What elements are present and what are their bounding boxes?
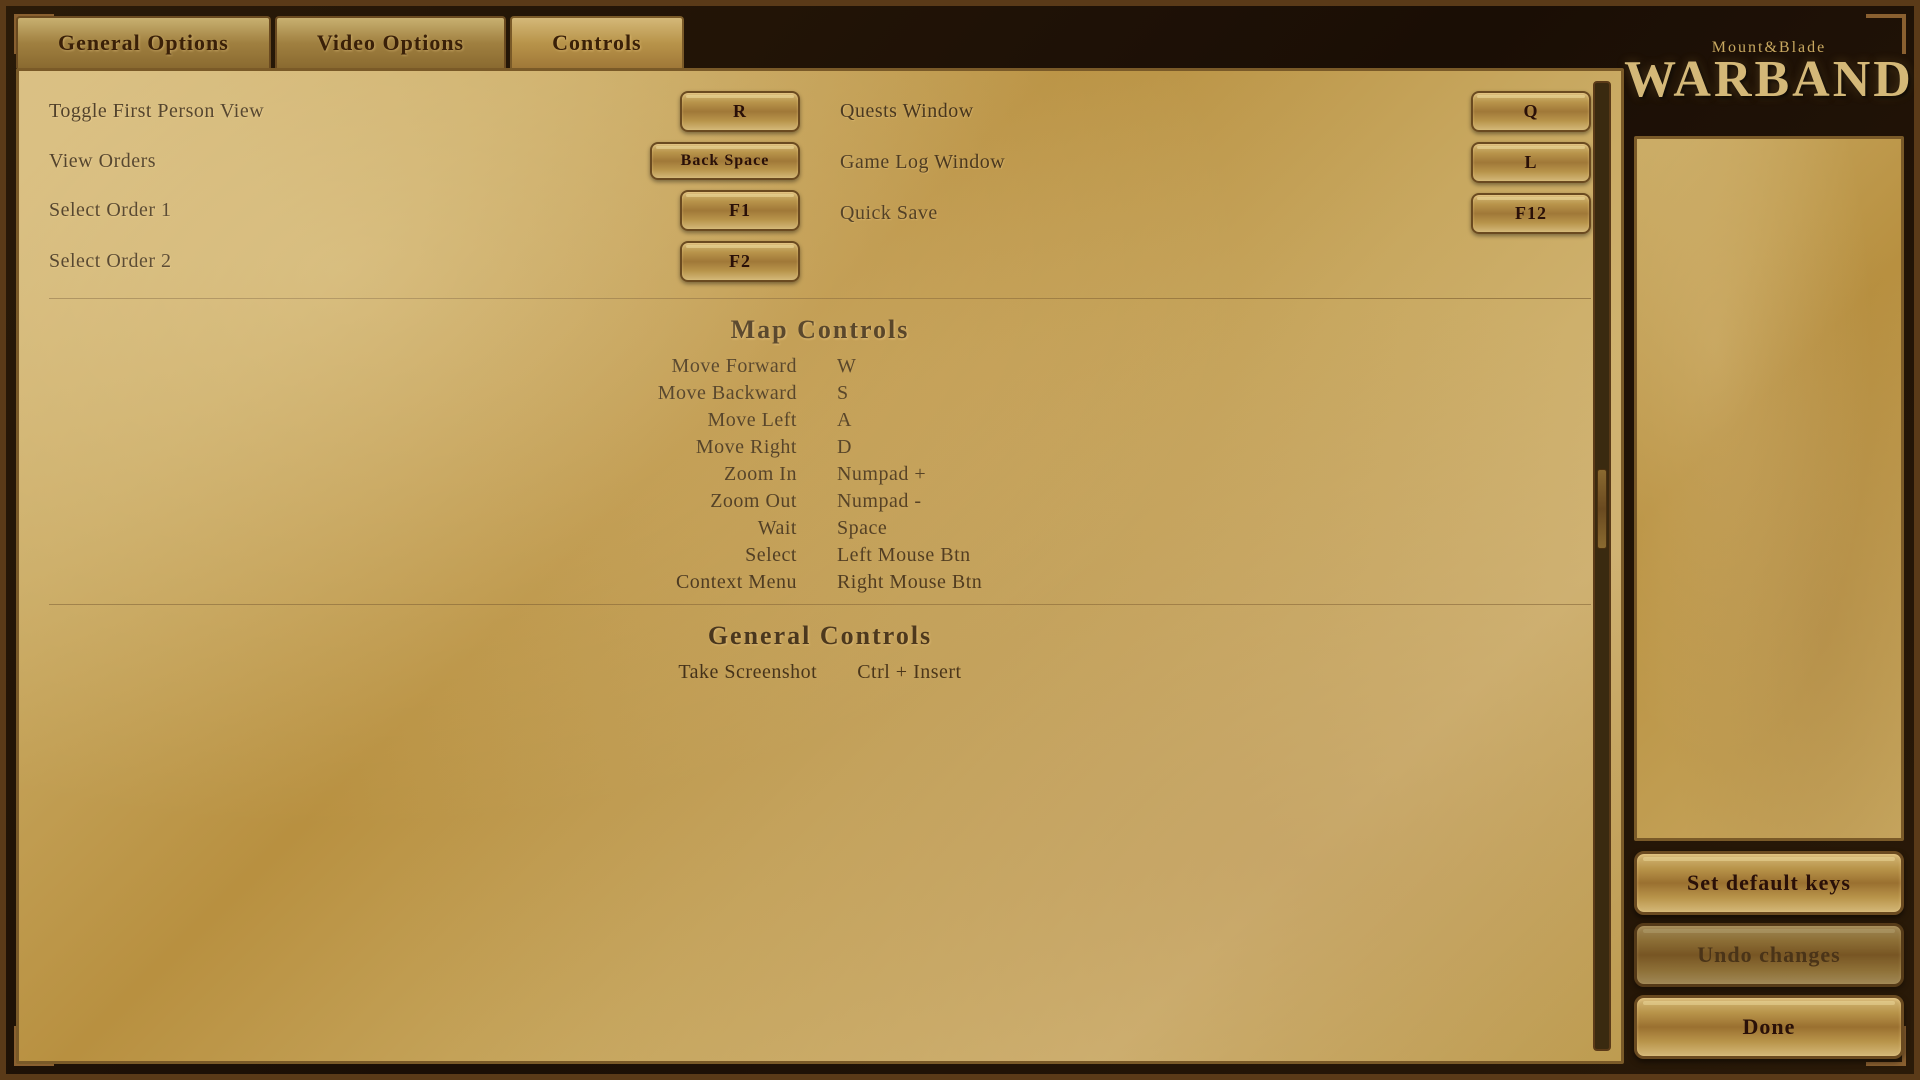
control-row-game-log-window: Game Log Window L <box>840 142 1591 183</box>
key-toggle-fpv-text: R <box>733 101 747 121</box>
key-game-log-window[interactable]: L <box>1471 142 1591 183</box>
map-label-move-forward: Move Forward <box>620 355 827 378</box>
label-select-order-2: Select Order 2 <box>49 250 172 273</box>
map-key-move-backward: S <box>827 382 1020 405</box>
control-row-toggle-fpv: Toggle First Person View R <box>49 91 800 132</box>
map-label-context-menu: Context Menu <box>620 571 827 594</box>
map-key-move-right: D <box>827 436 1020 459</box>
key-quests-window-text: Q <box>1523 101 1538 121</box>
left-panel: General Options Video Options Controls T… <box>16 16 1624 1064</box>
logo-area: Mount&Blade WARBAND <box>1634 16 1904 126</box>
key-toggle-fpv[interactable]: R <box>680 91 800 132</box>
key-view-orders[interactable]: Back Space <box>650 142 800 180</box>
set-default-keys-label: Set default keys <box>1687 870 1851 895</box>
map-controls-grid: Move Forward W Move Backward S Move Left… <box>620 355 1020 594</box>
logo-bottom: WARBAND <box>1624 57 1914 104</box>
right-panel: Mount&Blade WARBAND Set default keys Und… <box>1634 16 1904 1064</box>
tab-video[interactable]: Video Options <box>275 16 506 68</box>
label-select-order-1: Select Order 1 <box>49 199 172 222</box>
control-row-select-order-1: Select Order 1 F1 <box>49 190 800 231</box>
label-toggle-fpv: Toggle First Person View <box>49 100 264 123</box>
control-row-quests-window: Quests Window Q <box>840 91 1591 132</box>
control-row-quick-save: Quick Save F12 <box>840 193 1591 234</box>
tab-general-label: General Options <box>58 30 229 55</box>
key-quests-window[interactable]: Q <box>1471 91 1591 132</box>
main-layout: General Options Video Options Controls T… <box>6 6 1914 1074</box>
scrollbar-track[interactable] <box>1593 81 1611 1051</box>
map-key-context-menu: Right Mouse Btn <box>827 571 1020 594</box>
done-button[interactable]: Done <box>1634 995 1904 1059</box>
key-view-orders-text: Back Space <box>681 152 770 169</box>
undo-changes-label: Undo changes <box>1697 942 1840 967</box>
map-label-move-backward: Move Backward <box>620 382 827 405</box>
key-select-order-1[interactable]: F1 <box>680 190 800 231</box>
map-label-move-left: Move Left <box>620 409 827 432</box>
map-label-move-right: Move Right <box>620 436 827 459</box>
main-window: General Options Video Options Controls T… <box>0 0 1920 1080</box>
key-quick-save[interactable]: F12 <box>1471 193 1591 234</box>
key-quick-save-text: F12 <box>1515 203 1547 223</box>
control-row-view-orders: View Orders Back Space <box>49 142 800 180</box>
map-controls-title: Map Controls <box>49 315 1591 345</box>
key-select-order-2-text: F2 <box>729 251 751 271</box>
corner-decoration-tr <box>1866 14 1906 54</box>
key-select-order-1-text: F1 <box>729 200 751 220</box>
general-controls-grid: Take Screenshot Ctrl + Insert <box>620 661 1020 684</box>
map-label-select: Select <box>620 544 827 567</box>
map-key-wait: Space <box>827 517 1020 540</box>
map-key-move-left: A <box>827 409 1020 432</box>
key-select-order-2[interactable]: F2 <box>680 241 800 282</box>
label-view-orders: View Orders <box>49 150 156 173</box>
control-row-select-order-2: Select Order 2 F2 <box>49 241 800 282</box>
general-controls-title: General Controls <box>49 621 1591 651</box>
label-quests-window: Quests Window <box>840 100 974 123</box>
general-label-screenshot: Take Screenshot <box>620 661 847 684</box>
divider-2 <box>49 604 1591 605</box>
set-default-keys-button[interactable]: Set default keys <box>1634 851 1904 915</box>
tab-controls-label: Controls <box>552 30 642 55</box>
scrollbar-thumb[interactable] <box>1597 469 1607 549</box>
key-game-log-window-text: L <box>1524 152 1537 172</box>
content-panel: Toggle First Person View R View Orders B… <box>16 68 1624 1064</box>
map-key-zoom-in: Numpad + <box>827 463 1020 486</box>
general-key-screenshot: Ctrl + Insert <box>847 661 1020 684</box>
tab-controls[interactable]: Controls <box>510 16 684 68</box>
map-key-move-forward: W <box>827 355 1020 378</box>
tab-video-label: Video Options <box>317 30 464 55</box>
done-label: Done <box>1743 1014 1796 1039</box>
label-game-log-window: Game Log Window <box>840 151 1005 174</box>
tabs-row: General Options Video Options Controls <box>16 16 1624 68</box>
bottom-buttons: Set default keys Undo changes Done <box>1634 851 1904 1064</box>
map-key-select: Left Mouse Btn <box>827 544 1020 567</box>
map-key-zoom-out: Numpad - <box>827 490 1020 513</box>
undo-changes-button[interactable]: Undo changes <box>1634 923 1904 987</box>
map-label-zoom-out: Zoom Out <box>620 490 827 513</box>
divider-1 <box>49 298 1591 299</box>
map-label-zoom-in: Zoom In <box>620 463 827 486</box>
label-quick-save: Quick Save <box>840 202 938 225</box>
preview-box <box>1634 136 1904 841</box>
tab-general[interactable]: General Options <box>16 16 271 68</box>
map-label-wait: Wait <box>620 517 827 540</box>
